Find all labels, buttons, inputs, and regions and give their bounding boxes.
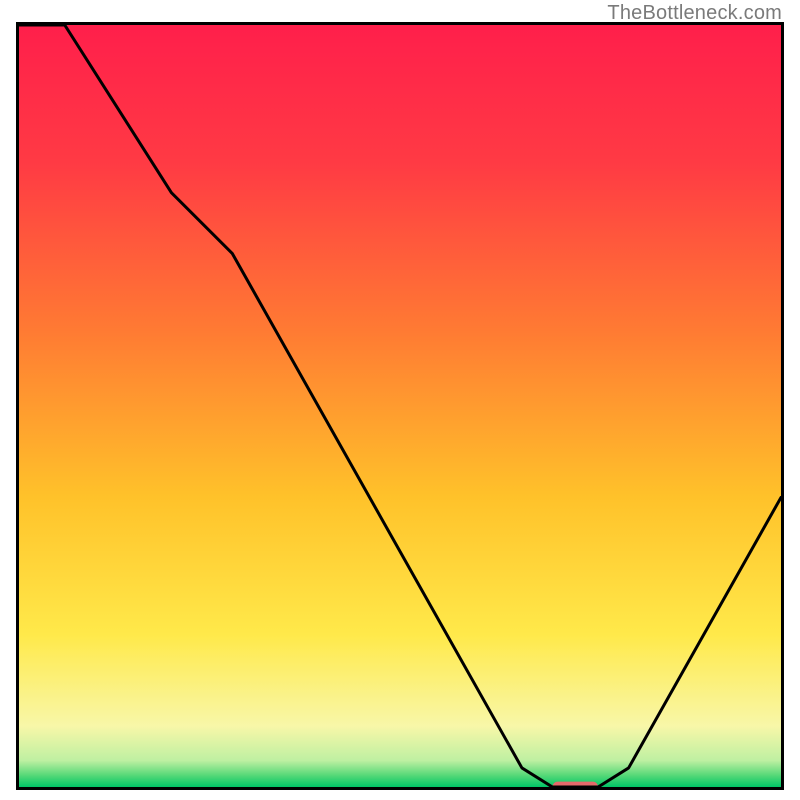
chart-plot-area (19, 25, 781, 787)
chart-frame (16, 22, 784, 790)
chart-background-gradient (19, 25, 781, 787)
chart-svg (19, 25, 781, 787)
